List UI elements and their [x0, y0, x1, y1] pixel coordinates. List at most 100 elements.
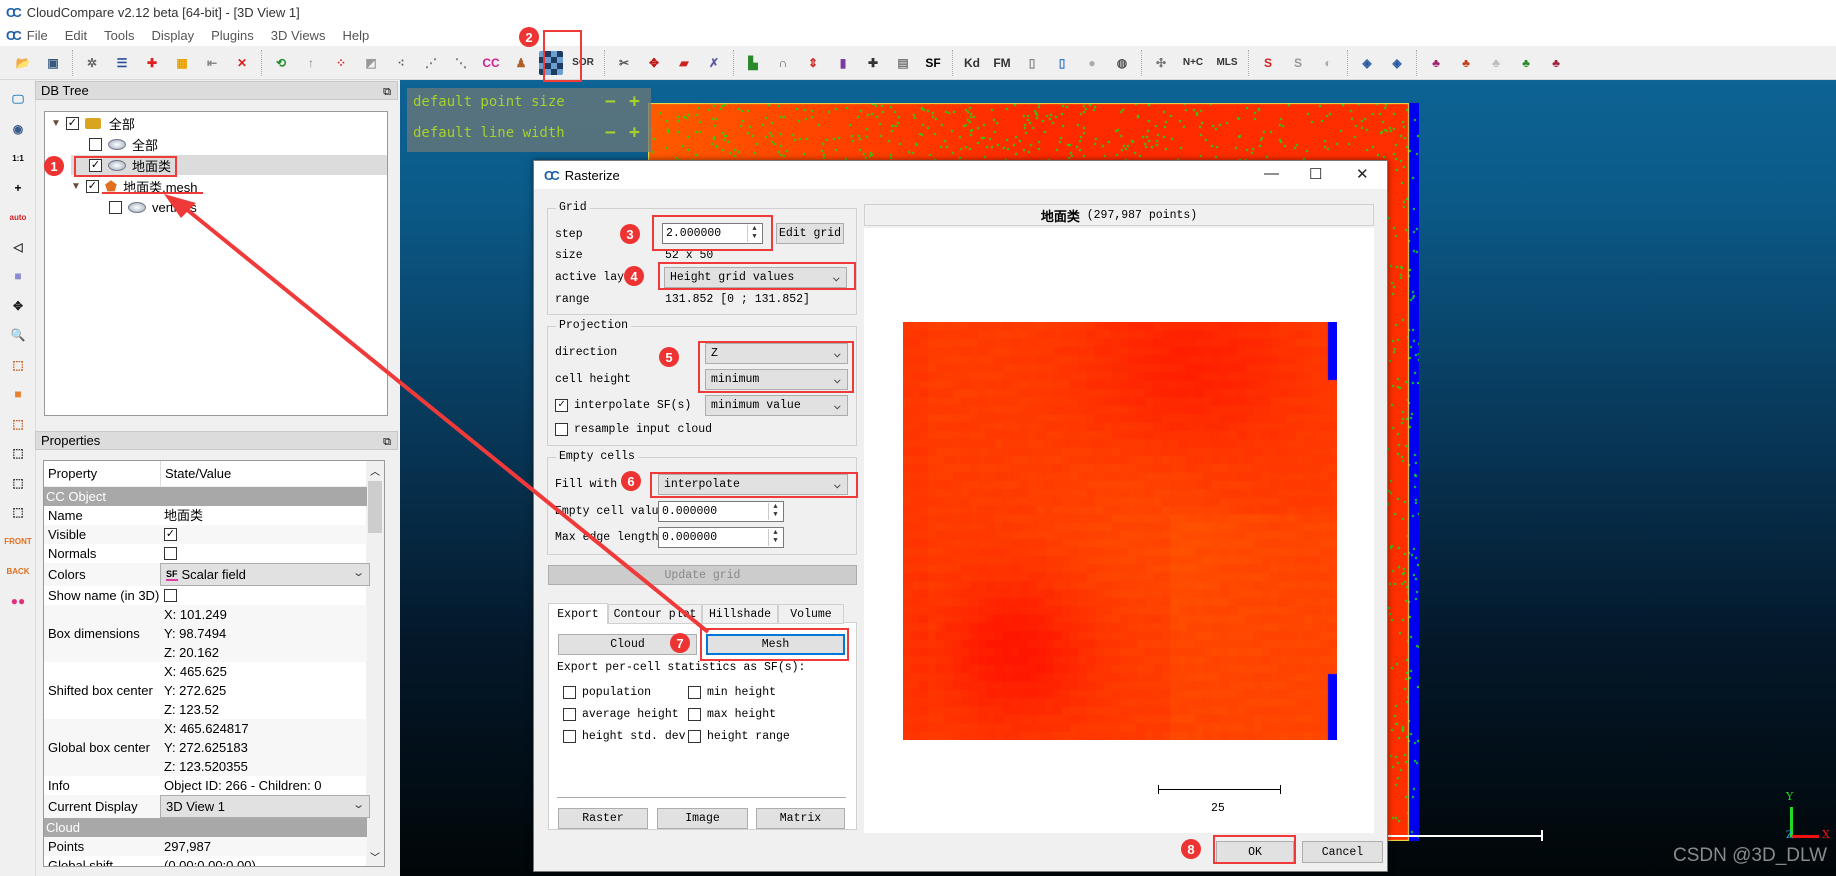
property-select[interactable]: 3D View 1 ⌄	[160, 795, 370, 818]
cube-view-icon[interactable]: ■	[6, 265, 30, 287]
list-icon[interactable]: ☰	[110, 51, 134, 75]
sf-icon[interactable]: SF	[921, 51, 945, 75]
active-layer-select[interactable]: Height grid values ⌄	[664, 267, 847, 288]
right-view-icon[interactable]: ⬚	[6, 442, 30, 464]
tab-hillshade[interactable]: Hillshade	[702, 604, 778, 624]
sphere-icon[interactable]: ●	[1080, 51, 1104, 75]
tree-item[interactable]: 全部	[71, 134, 387, 154]
hsv-icon[interactable]: ♣	[1454, 51, 1478, 75]
distance-icon[interactable]: ⋰	[419, 51, 443, 75]
scrollbar-thumb[interactable]	[368, 481, 382, 533]
menu-file[interactable]: File	[27, 28, 48, 43]
front-face-view-icon[interactable]: ■	[6, 383, 30, 405]
menu-help[interactable]: Help	[342, 28, 369, 43]
mls-icon[interactable]: MLS	[1213, 51, 1241, 75]
sample-icon[interactable]: ⁘	[329, 51, 353, 75]
fit-icon[interactable]: S	[1286, 51, 1310, 75]
float-panel-icon[interactable]: ⧉	[383, 433, 391, 451]
ok-button[interactable]: OK	[1216, 841, 1294, 863]
checkbox-icon[interactable]	[164, 589, 177, 602]
calculator-icon[interactable]: ▤	[891, 51, 915, 75]
stereo-icon[interactable]: ●●	[6, 590, 30, 612]
bottom-view-icon[interactable]: ⬚	[6, 472, 30, 494]
cross-section-icon[interactable]: ▰	[672, 51, 696, 75]
tab-volume[interactable]: Volume	[778, 604, 844, 624]
export-mesh-button[interactable]: Mesh	[706, 634, 845, 655]
gray-icon[interactable]: ♣	[1484, 51, 1508, 75]
fill-with-select[interactable]: interpolate ⌄	[658, 474, 848, 495]
fm-icon[interactable]: FM	[990, 51, 1014, 75]
menu-3d-views[interactable]: 3D Views	[271, 28, 326, 43]
kd-icon[interactable]: Kd	[960, 51, 984, 75]
stats-checkbox[interactable]: min height	[688, 686, 776, 699]
update-grid-button[interactable]: Update grid	[548, 565, 857, 585]
stats-checkbox[interactable]: population	[563, 686, 651, 699]
tab-contour-plot[interactable]: Contour plot	[608, 604, 702, 624]
checkbox-icon[interactable]	[688, 708, 701, 721]
stats-checkbox[interactable]: max height	[688, 708, 776, 721]
checkbox-icon[interactable]	[555, 423, 568, 436]
tab-export[interactable]: Export	[548, 603, 608, 624]
translate-icon[interactable]: ✚	[140, 51, 164, 75]
checkbox-checked-icon[interactable]: ✓	[65, 116, 79, 130]
step-input[interactable]: 2.000000 ▲ ▼	[662, 223, 763, 244]
tree-item[interactable]: ▼ ✓ 全部	[51, 113, 387, 133]
canupo-create-icon[interactable]: ◈	[1355, 51, 1379, 75]
back-view-icon[interactable]: BACK	[6, 560, 30, 582]
zoom-1to1-icon[interactable]: 1:1	[6, 147, 30, 169]
checkbox-icon[interactable]	[89, 137, 102, 151]
export-image-button[interactable]: Image	[657, 808, 748, 829]
point-size-decrease-button[interactable]: −	[605, 91, 616, 112]
checkbox-checked-icon[interactable]: ✓	[85, 179, 99, 193]
rgb-icon[interactable]: ♣	[1424, 51, 1448, 75]
interpolate-sf-checkbox[interactable]: ✓ interpolate SF(s)	[555, 399, 691, 412]
checkbox-checked-icon[interactable]: ✓	[89, 158, 102, 172]
colors-icon[interactable]: ▦	[170, 51, 194, 75]
expand-arrow-icon[interactable]: ▼	[51, 118, 61, 129]
edit-grid-button[interactable]: Edit grid	[776, 223, 844, 244]
tree-item[interactable]: ▼ ✓ ⬟ 地面类.mesh	[71, 176, 387, 196]
checkbox-checked-icon[interactable]: ✓	[164, 528, 177, 541]
checkbox-icon[interactable]	[688, 686, 701, 699]
checkbox-icon[interactable]	[563, 708, 576, 721]
menu-edit[interactable]: Edit	[65, 28, 87, 43]
cancel-button[interactable]: Cancel	[1302, 841, 1383, 863]
checkbox-icon[interactable]	[563, 686, 576, 699]
csv-icon[interactable]: ▯	[1050, 51, 1074, 75]
point-size-increase-button[interactable]: +	[629, 91, 640, 112]
open-icon[interactable]: 📂	[11, 51, 35, 75]
globe-icon[interactable]: ◍	[1110, 51, 1134, 75]
point-picking-icon[interactable]: ✲	[80, 51, 104, 75]
checkbox-icon[interactable]	[563, 730, 576, 743]
iso-view-icon[interactable]: ⬚	[6, 501, 30, 523]
statistics-icon[interactable]: ♟	[509, 51, 533, 75]
checkbox-icon[interactable]	[164, 547, 177, 560]
max-edge-length-input[interactable]: 0.000000 ▲ ▼	[658, 527, 784, 548]
column-header-property[interactable]: Property	[48, 466, 97, 481]
transform-icon[interactable]: ✥	[642, 51, 666, 75]
export-cloud-button[interactable]: Cloud	[558, 634, 697, 655]
segment-icon[interactable]: ✂	[612, 51, 636, 75]
property-select[interactable]: SF Scalar field ⌄	[160, 563, 370, 586]
menu-tools[interactable]: Tools	[104, 28, 134, 43]
shp-icon[interactable]: ▯	[1020, 51, 1044, 75]
k-icon[interactable]: ♣	[1544, 51, 1568, 75]
app-menu-icon[interactable]: CC	[6, 28, 22, 43]
menu-plugins[interactable]: Plugins	[211, 28, 254, 43]
line-width-decrease-button[interactable]: −	[605, 122, 616, 143]
save-icon[interactable]: ▣	[41, 51, 65, 75]
canupo-classify-icon[interactable]: ◈	[1385, 51, 1409, 75]
top-view-icon[interactable]: ⬚	[6, 354, 30, 376]
subsample-icon[interactable]: ⁖	[389, 51, 413, 75]
h-icon[interactable]: ♣	[1514, 51, 1538, 75]
rasterize-icon[interactable]	[539, 50, 563, 75]
front-view-icon[interactable]: FRONT	[4, 531, 32, 553]
raster-preview[interactable]: 25	[864, 228, 1374, 833]
left-view-icon[interactable]: ⬚	[6, 413, 30, 435]
interpolate-sf-select[interactable]: minimum value ⌄	[705, 395, 848, 416]
direction-select[interactable]: Z ⌄	[705, 343, 848, 364]
expand-arrow-icon[interactable]: ▼	[71, 181, 81, 192]
screen-icon[interactable]: 🖵	[6, 88, 30, 110]
minmax-icon[interactable]: ⇕	[801, 51, 825, 75]
pick-rotation-icon[interactable]: ✗	[702, 51, 726, 75]
